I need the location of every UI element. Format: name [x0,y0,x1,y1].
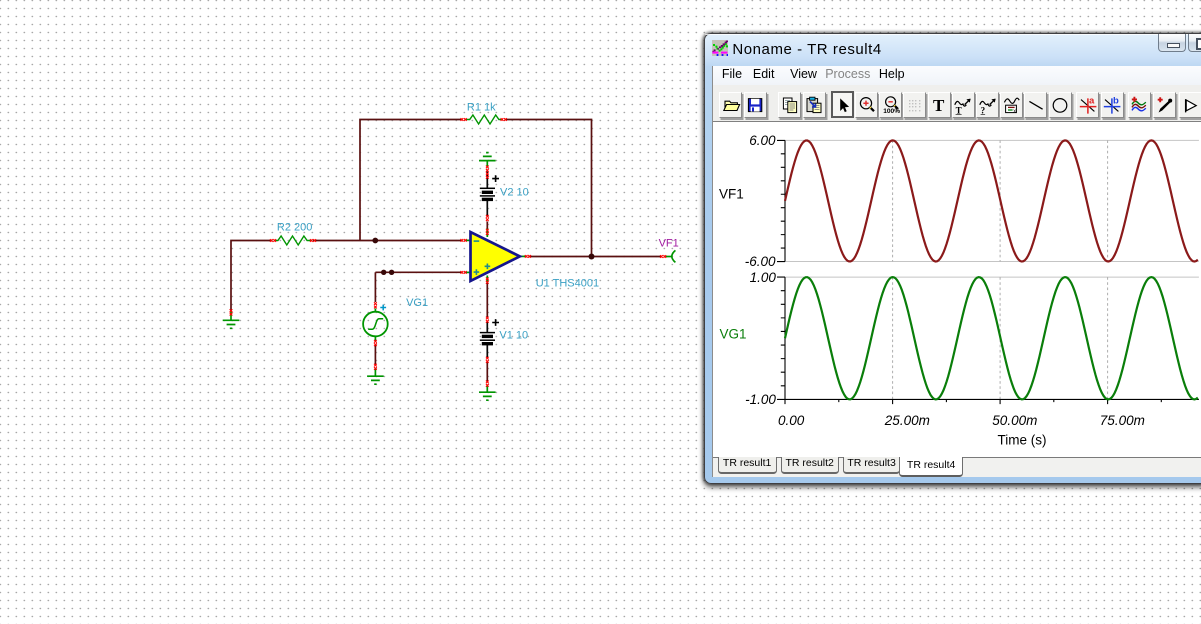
svg-text:b: b [1113,95,1119,106]
svg-text:50.00m: 50.00m [992,413,1037,428]
svg-text:VF1: VF1 [719,187,744,202]
svg-text:75.00m: 75.00m [1100,413,1145,428]
svg-text:VG1: VG1 [406,297,428,309]
svg-text:0.00: 0.00 [778,413,805,428]
svg-text:T: T [956,105,962,115]
svg-text:-6.00: -6.00 [745,254,776,269]
svg-text:V1 10: V1 10 [499,330,528,342]
svg-text:R1 1k: R1 1k [467,102,496,114]
svg-text:Time (s): Time (s) [997,433,1046,448]
svg-text:-1.00: -1.00 [745,392,776,407]
svg-text:VG1: VG1 [719,326,746,341]
svg-text:T: T [933,96,945,115]
svg-text:100%: 100% [883,108,900,115]
svg-text:?: ? [980,105,985,115]
svg-text:R2 200: R2 200 [277,221,312,233]
svg-text:6.00: 6.00 [749,133,776,148]
svg-text:a: a [1089,95,1095,106]
svg-text:25.00m: 25.00m [884,413,930,428]
svg-text:VF1: VF1 [659,237,679,249]
svg-text:V2 10: V2 10 [500,186,529,198]
svg-text:x: x [1013,108,1016,114]
svg-text:1.00: 1.00 [750,270,777,285]
svg-text:U1 THS4001: U1 THS4001 [536,278,599,290]
